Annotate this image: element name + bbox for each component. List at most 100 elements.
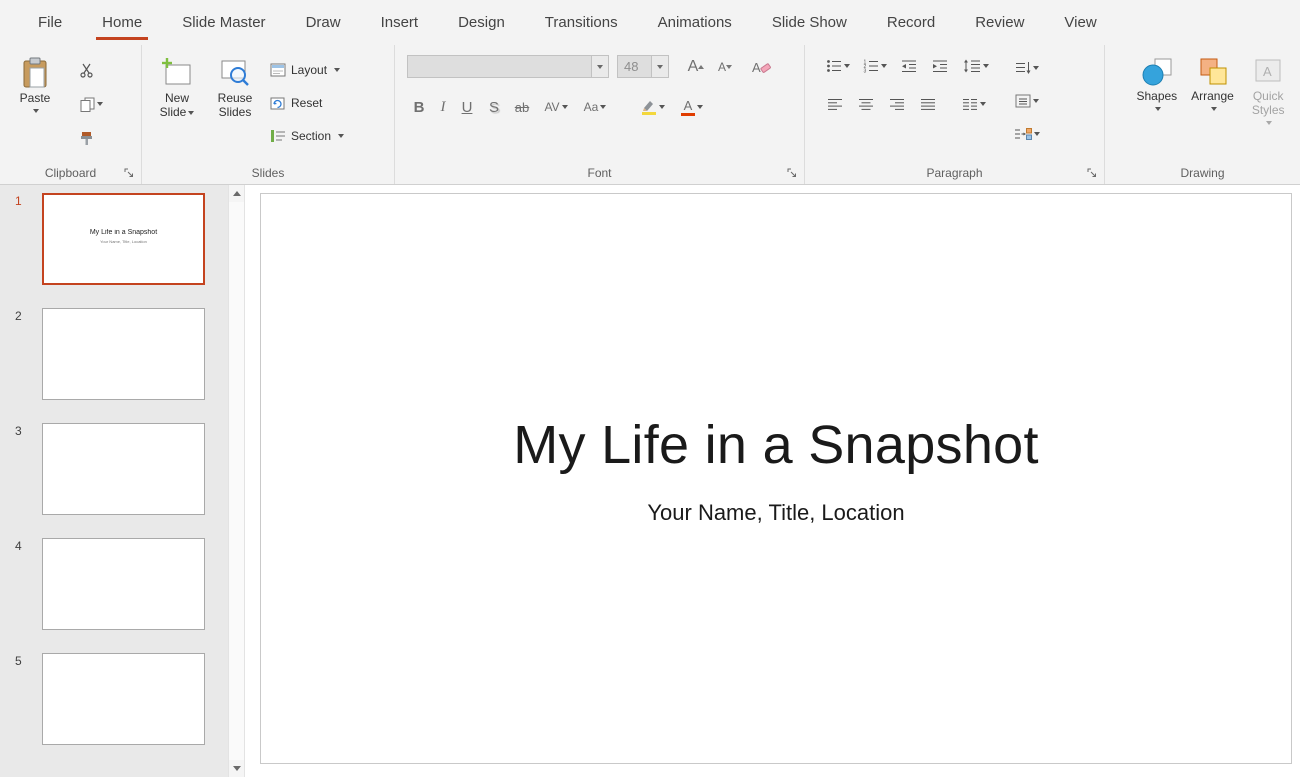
line-spacing-button[interactable] <box>959 55 993 77</box>
thumbnail-row-5: 5 <box>0 653 228 745</box>
slides-group: New Slide Reuse Slides <box>142 45 395 184</box>
font-size-combobox[interactable]: 48 <box>617 55 669 78</box>
reuse-slides-button[interactable]: Reuse Slides <box>206 55 264 162</box>
tab-draw[interactable]: Draw <box>286 0 361 45</box>
character-spacing-button[interactable]: AV <box>538 96 574 118</box>
strikethrough-button[interactable]: ab <box>509 96 535 118</box>
convert-to-smartart-button[interactable] <box>1009 123 1045 145</box>
tab-animations[interactable]: Animations <box>638 0 752 45</box>
layout-button[interactable]: Layout <box>270 59 344 81</box>
clipboard-dialog-launcher[interactable] <box>123 167 135 179</box>
text-highlight-color-button[interactable] <box>635 96 671 118</box>
text-shadow-button[interactable]: S <box>482 96 506 118</box>
tab-slide-master[interactable]: Slide Master <box>162 0 285 45</box>
new-slide-icon <box>161 57 193 89</box>
arrange-label: Arrange <box>1188 90 1238 104</box>
columns-chevron <box>980 102 986 106</box>
bold-button[interactable]: B <box>407 96 431 118</box>
italic-button[interactable]: I <box>434 96 452 118</box>
slide-3-number: 3 <box>0 423 42 515</box>
decrease-font-size-button[interactable]: A <box>711 56 739 78</box>
increase-font-size-button[interactable]: A <box>681 56 711 78</box>
align-text-button[interactable] <box>1009 90 1045 112</box>
justify-button[interactable] <box>916 93 940 115</box>
slide-2-thumbnail[interactable] <box>42 308 205 400</box>
slide-1-thumbnail[interactable]: My Life in a Snapshot Your Name, Title, … <box>42 193 205 285</box>
bullets-chevron <box>844 64 850 68</box>
align-text-icon <box>1015 94 1031 108</box>
font-size-dropdown[interactable] <box>651 56 668 77</box>
increase-indent-button[interactable] <box>928 55 952 77</box>
scrollbar-track[interactable] <box>229 202 244 760</box>
text-direction-chevron <box>1033 66 1039 70</box>
quick-styles-button[interactable]: A Quick Styles <box>1240 55 1296 162</box>
quick-styles-label: Quick Styles <box>1243 90 1293 118</box>
paste-button[interactable]: Paste <box>6 55 64 162</box>
align-right-button[interactable] <box>885 93 909 115</box>
slide-2-number: 2 <box>0 308 42 400</box>
align-center-button[interactable] <box>854 93 878 115</box>
slide-4-thumbnail[interactable] <box>42 538 205 630</box>
thumbnail-row-3: 3 <box>0 423 228 515</box>
reset-button[interactable]: Reset <box>270 92 344 114</box>
font-color-icon: A <box>681 99 695 116</box>
arrange-icon <box>1196 57 1230 87</box>
slide-subtitle-textbox[interactable]: Your Name, Title, Location <box>261 500 1291 526</box>
clipboard-group-label: Clipboard <box>0 166 141 180</box>
main-content: 1 My Life in a Snapshot Your Name, Title… <box>0 185 1300 777</box>
font-color-button[interactable]: A <box>674 96 710 118</box>
tab-review[interactable]: Review <box>955 0 1044 45</box>
format-painter-button[interactable] <box>74 127 98 149</box>
scroll-up-button[interactable] <box>229 185 244 202</box>
tab-record[interactable]: Record <box>867 0 955 45</box>
tab-file[interactable]: File <box>18 0 82 45</box>
slide-5-thumbnail[interactable] <box>42 653 205 745</box>
tab-slide-show[interactable]: Slide Show <box>752 0 867 45</box>
clear-formatting-icon: A <box>751 59 771 75</box>
numbering-button[interactable]: 123 <box>860 55 890 77</box>
shapes-button[interactable]: Shapes <box>1129 55 1185 162</box>
bullets-button[interactable] <box>823 55 853 77</box>
new-slide-button[interactable]: New Slide <box>148 55 206 162</box>
decrease-indent-button[interactable] <box>897 55 921 77</box>
text-direction-button[interactable] <box>1009 57 1045 79</box>
bullets-icon <box>826 59 842 73</box>
smartart-icon <box>1014 127 1032 141</box>
slide-3-thumbnail[interactable] <box>42 423 205 515</box>
cut-button[interactable] <box>74 59 98 81</box>
copy-button[interactable] <box>74 93 108 115</box>
paragraph-dialog-launcher[interactable] <box>1086 167 1098 179</box>
quick-styles-chevron <box>1266 121 1272 125</box>
slide-canvas[interactable]: My Life in a Snapshot Your Name, Title, … <box>260 193 1292 764</box>
columns-button[interactable] <box>957 93 991 115</box>
arrange-button[interactable]: Arrange <box>1185 55 1241 162</box>
font-name-dropdown[interactable] <box>591 56 608 77</box>
layout-dropdown-chevron <box>334 68 340 72</box>
dialog-launcher-icon <box>1087 168 1097 178</box>
arrange-chevron <box>1211 107 1217 111</box>
tab-transitions[interactable]: Transitions <box>525 0 638 45</box>
slide-title-textbox[interactable]: My Life in a Snapshot <box>261 414 1291 476</box>
section-button[interactable]: Section <box>270 125 344 147</box>
change-case-button[interactable]: Aa <box>577 96 613 118</box>
clear-formatting-button[interactable]: A <box>747 56 775 78</box>
tab-insert[interactable]: Insert <box>361 0 439 45</box>
dialog-launcher-icon <box>124 168 134 178</box>
font-size-value: 48 <box>618 59 651 74</box>
ribbon-tab-bar: File Home Slide Master Draw Insert Desig… <box>0 0 1300 45</box>
highlight-chevron <box>659 105 665 109</box>
scroll-down-button[interactable] <box>229 760 244 777</box>
underline-button[interactable]: U <box>455 96 479 118</box>
clipboard-group: Paste <box>0 45 142 184</box>
tab-design[interactable]: Design <box>438 0 525 45</box>
thumbnail-scrollbar[interactable] <box>228 185 245 777</box>
align-left-button[interactable] <box>823 93 847 115</box>
tab-home[interactable]: Home <box>82 0 162 45</box>
font-dialog-launcher[interactable] <box>786 167 798 179</box>
copy-dropdown-chevron <box>97 102 103 106</box>
font-name-combobox[interactable] <box>407 55 609 78</box>
paste-dropdown-chevron <box>33 109 39 113</box>
columns-icon <box>962 98 978 111</box>
tab-view[interactable]: View <box>1044 0 1116 45</box>
text-direction-icon <box>1015 61 1031 75</box>
